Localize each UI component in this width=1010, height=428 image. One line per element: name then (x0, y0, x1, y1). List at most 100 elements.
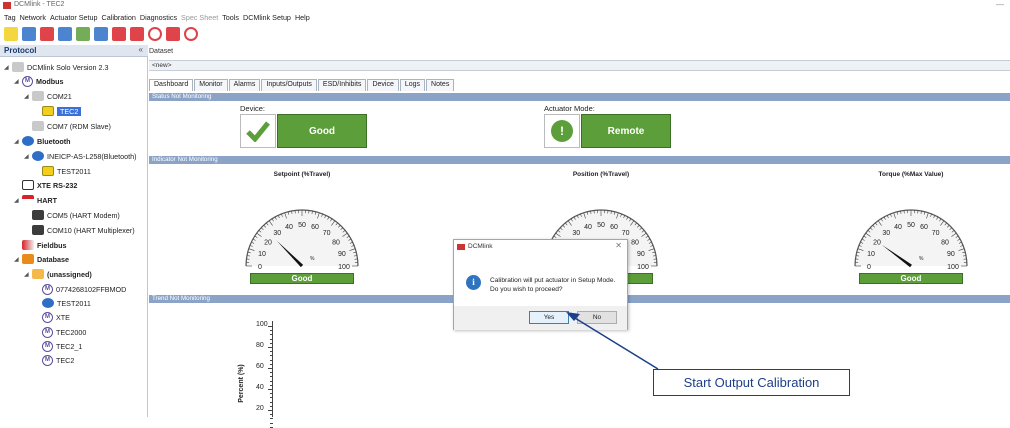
tab-inputs-outputs[interactable]: Inputs/Outputs (261, 79, 317, 91)
check-icon (240, 114, 276, 148)
tree-item-database[interactable]: ◢ Database (14, 252, 69, 266)
gauge-tick-label: 30 (273, 230, 281, 237)
expand-arrow-icon[interactable]: ◢ (14, 256, 22, 263)
search-icon[interactable] (148, 27, 162, 41)
tree-item-bluetooth[interactable]: ◢Bluetooth (14, 134, 71, 148)
menu-tools[interactable]: Tools (222, 13, 239, 22)
open-icon[interactable] (22, 27, 36, 41)
run-icon[interactable] (166, 27, 180, 41)
status-header-text: Status Not Monitoring (152, 93, 212, 100)
tree-item-label: Database (37, 255, 69, 264)
status-header: Status Not Monitoring (149, 93, 1010, 101)
tree-item-label: TEST2011 (57, 299, 91, 308)
actuator-icon[interactable] (58, 27, 72, 41)
gauge-tick-label: 10 (258, 251, 266, 258)
gauge-status: Good (859, 273, 963, 284)
trend-tick (270, 414, 273, 415)
gauge-tick-label: 10 (867, 251, 875, 258)
menu-bar: Tag Network Actuator Setup Calibration Diagn… (0, 13, 1010, 25)
gauge-title: Position (%Travel) (521, 171, 681, 178)
diagnostics-icon[interactable] (94, 27, 108, 41)
title-bar: DCMlink - TEC2 — (0, 0, 1010, 12)
tree-item-tec2[interactable]: MTEC2 (34, 353, 74, 367)
toolbar (0, 26, 1010, 44)
tree-item-modbus[interactable]: ◢MModbus (14, 74, 64, 88)
tree-item-hart[interactable]: ◢ HART (14, 193, 57, 207)
tree-item-xte-rs-232[interactable]: XTE RS-232 (14, 178, 77, 192)
tree-item-label: 0774268102FFBMOD (56, 285, 126, 294)
expand-arrow-icon[interactable]: ◢ (14, 197, 22, 204)
tree-item--unassigned-[interactable]: ◢(unassigned) (24, 267, 92, 281)
tree-item-tec2000[interactable]: MTEC2000 (34, 325, 86, 339)
tab-alarms[interactable]: Alarms (229, 79, 261, 91)
trend-tick (270, 423, 273, 424)
gauge-tick-label: 30 (882, 230, 890, 237)
dataset-selector[interactable]: <new> (149, 60, 1010, 71)
expand-arrow-icon[interactable]: ◢ (24, 93, 32, 100)
expand-arrow-icon[interactable]: ◢ (14, 78, 22, 85)
menu-spec-sheet[interactable]: Spec Sheet (181, 13, 218, 22)
gauge-tick-label: 100 (947, 264, 959, 271)
tab-bar: DashboardMonitorAlarmsInputs/OutputsESD/… (149, 79, 455, 91)
gauge-unit: % (919, 256, 924, 262)
tree-item-xte[interactable]: MXTE (34, 310, 70, 324)
menu-dcmlink-setup[interactable]: DCMlink Setup (243, 13, 291, 22)
tree-item-tec2-1[interactable]: MTEC2_1 (34, 339, 82, 353)
flag-icon[interactable] (130, 27, 144, 41)
tab-notes[interactable]: Notes (426, 79, 454, 91)
tree-item-dcmlink-solo-version-2-3[interactable]: ◢DCMlink Solo Version 2.3 (4, 60, 109, 74)
network-icon[interactable] (40, 27, 54, 41)
calibrate-icon[interactable] (76, 27, 90, 41)
tree-item-0774268102ffbmod[interactable]: M0774268102FFBMOD (34, 282, 126, 296)
gauge-dial: 0102030405060708090100% (240, 178, 364, 272)
tree-item-ineicp-as-l258-bluetooth-[interactable]: ◢INEICP-AS-L258(Bluetooth) (24, 149, 137, 163)
hart-icon (22, 195, 34, 205)
menu-tag[interactable]: Tag (4, 13, 16, 22)
expand-arrow-icon[interactable]: ◢ (4, 64, 12, 71)
gauge-tick-label: 100 (637, 264, 649, 271)
tab-dashboard[interactable]: Dashboard (149, 79, 193, 91)
trend-y-tick-label: 20 (256, 405, 264, 412)
dev-icon (32, 210, 44, 220)
tab-device[interactable]: Device (367, 79, 398, 91)
expand-arrow-icon[interactable]: ◢ (24, 271, 32, 278)
m-icon: M (42, 284, 53, 295)
tree-item-test2011[interactable]: TEST2011 (34, 296, 91, 310)
tree-item-com5-hart-modem-[interactable]: COM5 (HART Modem) (24, 208, 120, 222)
dataset-label: Dataset (149, 48, 173, 55)
spec-sheet-icon[interactable] (112, 27, 126, 41)
minimize-button[interactable]: — (996, 0, 1004, 9)
menu-network[interactable]: Network (20, 13, 46, 22)
tab-monitor[interactable]: Monitor (194, 79, 227, 91)
dialog-close-button[interactable]: ✕ (615, 241, 622, 250)
add-tag-icon[interactable] (4, 27, 18, 41)
tree-item-com10-hart-multiplexer-[interactable]: COM10 (HART Multiplexer) (24, 223, 135, 237)
dialog-message-line2: Do you wish to proceed? (490, 285, 620, 294)
tab-esd-inhibits[interactable]: ESD/Inhibits (318, 79, 367, 91)
menu-diagnostics[interactable]: Diagnostics (140, 13, 177, 22)
tree-item-test2011[interactable]: TEST2011 (34, 164, 91, 178)
expand-arrow-icon[interactable]: ◢ (14, 138, 22, 145)
collapse-panel-button[interactable]: « (139, 45, 143, 54)
trend-tick (270, 351, 273, 352)
gauge-tick-label: 60 (610, 224, 618, 231)
menu-help[interactable]: Help (295, 13, 310, 22)
trend-tick (270, 360, 273, 361)
gauge-tick-label: 40 (584, 224, 592, 231)
m-icon: M (42, 312, 53, 323)
menu-calibration[interactable]: Calibration (102, 13, 136, 22)
plug-icon (32, 121, 44, 131)
tree-item-tec2[interactable]: TEC2 (34, 104, 81, 118)
tree-item-fieldbus[interactable]: Fieldbus (14, 238, 67, 252)
tree-item-com7-rdm-slave-[interactable]: COM7 (RDM Slave) (24, 119, 111, 133)
tree-item-label: HART (37, 196, 57, 205)
tree-item-com21[interactable]: ◢COM21 (24, 89, 72, 103)
gauge-status: Good (250, 273, 354, 284)
device-status-value: Good (277, 114, 367, 148)
tab-logs[interactable]: Logs (400, 79, 425, 91)
trend-tick (270, 339, 273, 340)
gauge-tick-label: 100 (338, 264, 350, 271)
menu-actuator-setup[interactable]: Actuator Setup (50, 13, 98, 22)
expand-arrow-icon[interactable]: ◢ (24, 153, 32, 160)
stop-icon[interactable] (184, 27, 198, 41)
